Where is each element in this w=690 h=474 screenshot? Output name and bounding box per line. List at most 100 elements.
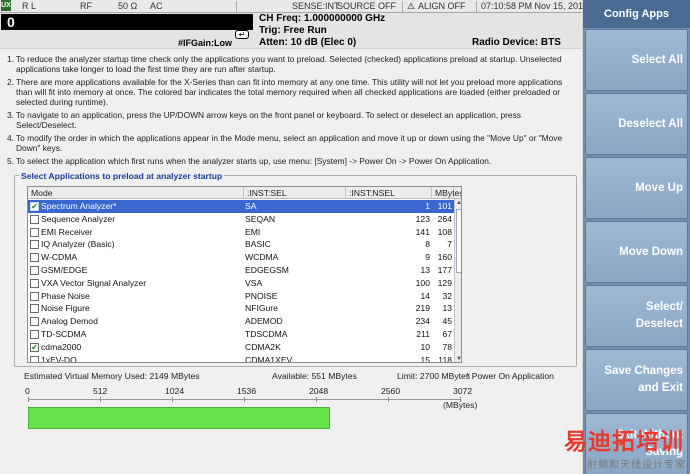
checkbox[interactable] <box>30 227 39 237</box>
table-row[interactable]: Analog Demod ADEMOD 234 45 <box>28 315 454 328</box>
instruction-text: To navigate to an application, press the… <box>16 110 521 130</box>
instruction-item: 2. There are more applications available … <box>4 77 580 107</box>
rf-indicator: RF <box>80 1 92 11</box>
checkbox[interactable] <box>30 317 39 327</box>
checkbox[interactable] <box>30 266 39 275</box>
instruction-item: 4. To modify the order in which the appli… <box>4 133 580 153</box>
coupling-indicator: AC <box>150 1 163 11</box>
mbytes-cell: 101 <box>437 201 452 211</box>
mbytes-cell: 45 <box>442 316 452 327</box>
move-down-button[interactable]: Move Down <box>585 221 688 283</box>
active-entry-field[interactable]: 0 <box>1 14 253 30</box>
mode-cell: GSM/EDGE <box>41 265 88 275</box>
inst-sel-cell: CDMA2K <box>245 341 281 352</box>
table-row[interactable]: VXA Vector Signal Analyzer VSA 100 129 <box>28 277 454 290</box>
inst-sel-cell: VSA <box>245 277 263 288</box>
mode-cell: Phase Noise <box>41 290 90 301</box>
table-scrollbar[interactable]: ▲ ▼ <box>454 199 461 362</box>
instruction-item: 1. To reduce the analyzer startup time ch… <box>4 54 580 74</box>
checked-checkbox[interactable]: ✔ <box>30 342 39 352</box>
column-header-inst-sel[interactable]: :INST:SEL <box>244 187 346 199</box>
instruction-number: 1. <box>7 54 14 64</box>
table-row[interactable]: EMI Receiver EMI 141 108 <box>28 226 454 239</box>
trigger-setting: Trig: Free Run <box>259 25 327 36</box>
deselect-all-button[interactable]: Deselect All <box>585 93 688 155</box>
checkbox[interactable] <box>30 330 39 339</box>
mode-cell: Noise Figure <box>41 303 90 314</box>
warning-triangle-icon: ⚠ <box>407 1 416 11</box>
mbytes-cell: 78 <box>442 341 452 352</box>
inst-sel-cell: TDSCDMA <box>245 329 288 339</box>
mbytes-cell: 264 <box>437 213 452 224</box>
available-memory: Available: 551 MBytes <box>272 371 357 381</box>
mode-cell: EMI Receiver <box>41 226 93 237</box>
mbytes-cell: 13 <box>442 303 452 314</box>
memory-usage-bar <box>28 407 460 429</box>
checkbox[interactable] <box>30 355 39 362</box>
table-row[interactable]: IQ Analyzer (Basic) BASIC 8 7 <box>28 238 454 251</box>
column-header-mbytes[interactable]: MBytes <box>432 187 461 199</box>
inst-sel-cell: EDGEGSM <box>245 265 289 275</box>
config-apps-panel: 1. To reduce the analyzer startup time ch… <box>0 49 582 474</box>
status-divider <box>236 1 237 12</box>
scale-tick-label: 2048 <box>309 386 329 396</box>
impedance-indicator: 50 Ω <box>118 1 138 11</box>
mode-cell: W-CDMA <box>41 252 78 263</box>
checkbox[interactable] <box>30 253 39 263</box>
checkbox[interactable] <box>30 291 39 301</box>
table-row[interactable]: W-CDMA WCDMA 9 160 <box>28 251 454 264</box>
scroll-up-icon[interactable]: ▲ <box>455 199 461 207</box>
scale-tick-label: 1024 <box>165 386 185 396</box>
scroll-down-icon[interactable]: ▼ <box>455 355 461 362</box>
mode-cell: Analog Demod <box>41 316 98 327</box>
table-row[interactable]: GSM/EDGE EDGEGSM 13 177 <box>28 264 454 277</box>
status-divider <box>476 1 477 12</box>
sense-indicator: SENSE:INT <box>292 1 340 11</box>
scale-tick-label: 1536 <box>237 386 257 396</box>
table-row[interactable]: ✔ cdma2000 CDMA2K 10 78 <box>28 341 454 354</box>
mode-badge: UX <box>1 0 11 11</box>
table-row[interactable]: Phase Noise PNOISE 14 32 <box>28 290 454 303</box>
inst-sel-cell: CDMA1XEV <box>245 354 293 363</box>
scale-tick-label: 0 <box>25 386 30 396</box>
section-title: Select Applications to preload at analyz… <box>19 171 225 181</box>
scroll-thumb[interactable] <box>456 209 461 273</box>
save-changes-exit-button[interactable]: Save Changes and Exit <box>585 349 688 411</box>
scale-tick-label: 3072 <box>453 386 473 396</box>
mbytes-cell: 118 <box>438 354 452 363</box>
column-header-mode[interactable]: Mode <box>28 187 244 199</box>
instruction-item: 5. To select the application which first … <box>4 156 580 166</box>
table-row[interactable]: Noise Figure NFIGure 219 13 <box>28 302 454 315</box>
source-indicator: SOURCE OFF <box>337 1 397 11</box>
instruction-number: 2. <box>7 77 14 87</box>
inst-sel-cell: WCDMA <box>245 252 279 263</box>
select-all-button[interactable]: Select All <box>585 29 688 91</box>
instruction-number: 3. <box>7 110 14 120</box>
scale-baseline <box>28 399 460 400</box>
checkbox[interactable] <box>30 278 39 288</box>
if-gain-label: #IFGain:Low <box>178 38 232 48</box>
table-row[interactable]: Sequence Analyzer SEQAN 123 264 <box>28 213 454 226</box>
checkbox[interactable] <box>30 214 39 224</box>
instruction-number: 5. <box>7 156 14 166</box>
inst-sel-cell: EMI <box>245 226 261 237</box>
table-row[interactable]: TD-SCDMA TDSCDMA 211 67 <box>28 328 454 341</box>
mode-cell: Spectrum Analyzer* <box>41 201 117 211</box>
estimated-memory: Estimated Virtual Memory Used: 2149 MByt… <box>24 371 200 381</box>
mode-cell: Sequence Analyzer <box>41 213 116 224</box>
mbytes-cell: 160 <box>437 252 452 263</box>
instructions-list: 1. To reduce the analyzer startup time ch… <box>4 54 580 169</box>
select-deselect-button[interactable]: Select/ Deselect <box>585 285 688 347</box>
table-row[interactable]: 1xEV-DO CDMA1XEV 15 118 <box>28 354 454 363</box>
checked-checkbox[interactable]: ✔ <box>30 202 39 211</box>
datetime: 07:10:58 PM Nov 15, 2011 <box>481 1 588 11</box>
checkbox[interactable] <box>30 240 39 250</box>
move-up-button[interactable]: Move Up <box>585 157 688 219</box>
checkbox[interactable] <box>30 304 39 314</box>
mode-cell: TD-SCDMA <box>41 329 87 339</box>
applications-table[interactable]: Mode :INST:SEL :INST:NSEL MBytes ✔ Spectr… <box>27 186 462 363</box>
exit-without-saving-button[interactable]: Exit Without Saving <box>585 413 688 474</box>
mode-cell: VXA Vector Signal Analyzer <box>41 277 147 288</box>
table-row[interactable]: ✔ Spectrum Analyzer* SA 1 101 <box>28 200 454 213</box>
column-header-inst-nsel[interactable]: :INST:NSEL <box>346 187 432 199</box>
